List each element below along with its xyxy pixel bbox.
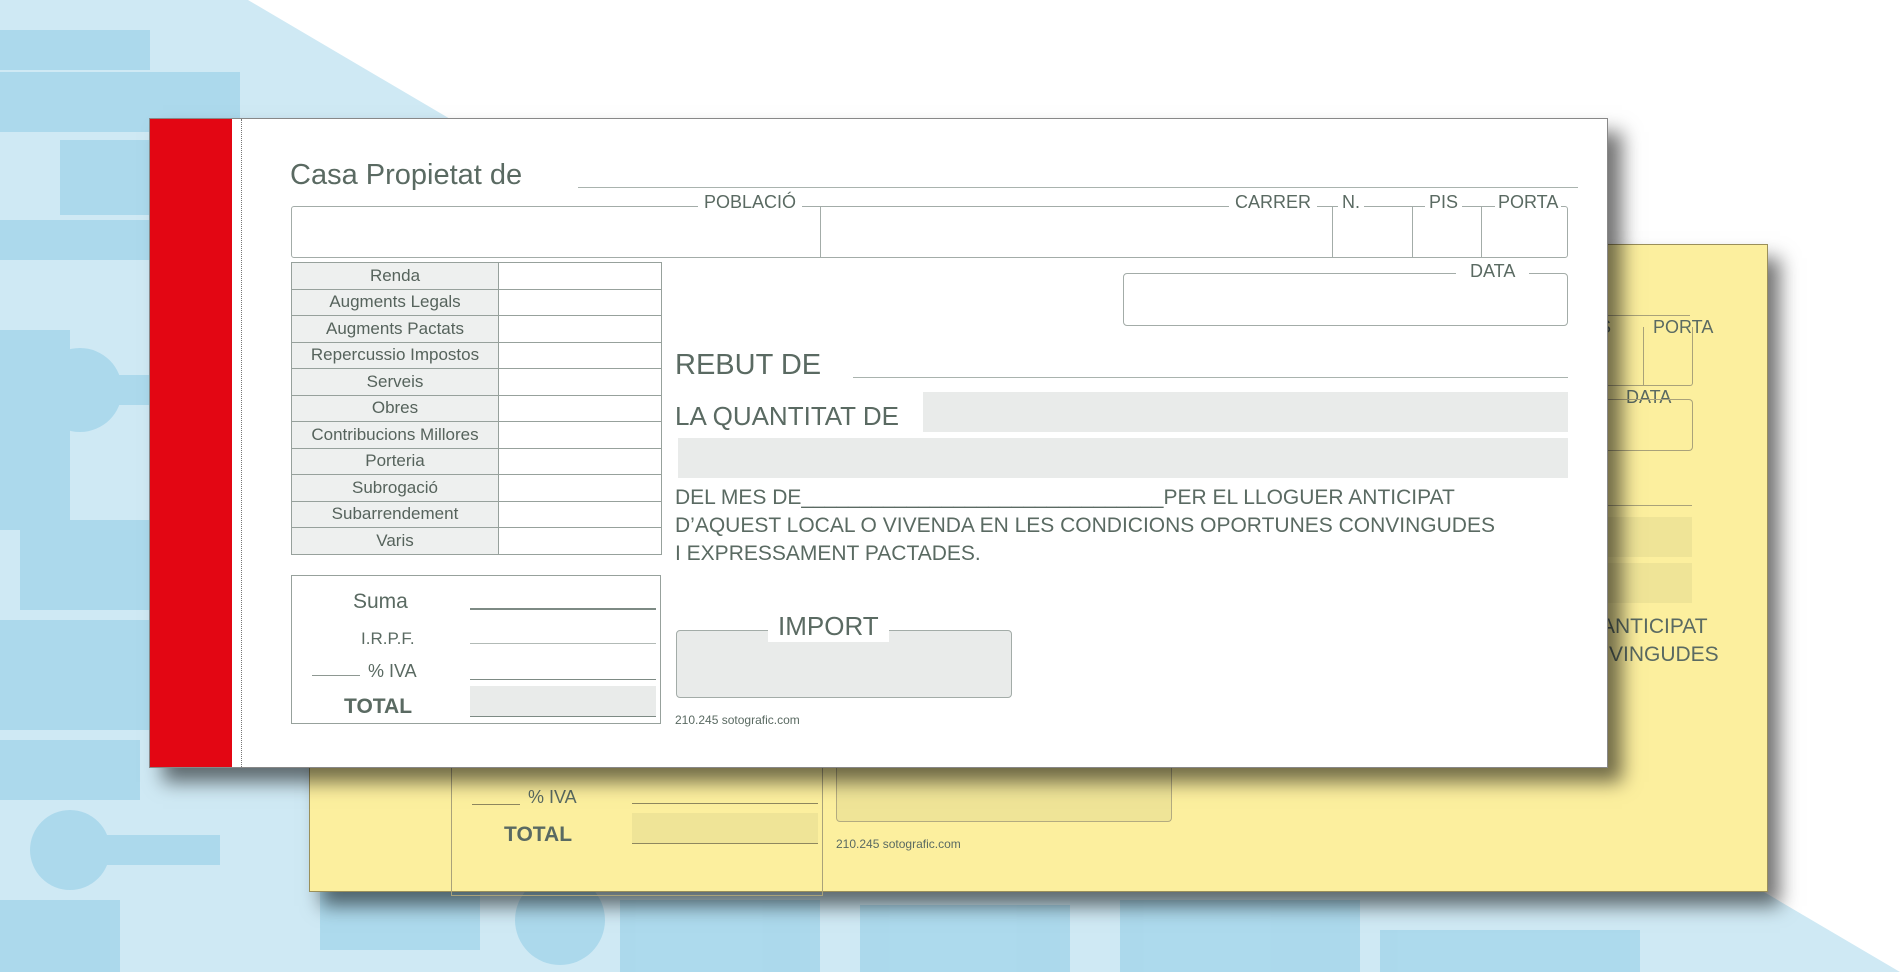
concept-amount-cell[interactable] xyxy=(498,474,662,502)
table-row: Augments Pactats xyxy=(291,315,662,343)
concept-amount-cell[interactable] xyxy=(498,262,662,290)
binding-stripe xyxy=(150,119,232,767)
table-row: Augments Legals xyxy=(291,288,662,316)
concept-label: Varis xyxy=(291,527,499,555)
concept-amount-cell[interactable] xyxy=(498,527,662,555)
concept-amount-cell[interactable] xyxy=(498,315,662,343)
address-box xyxy=(291,206,1568,258)
table-row: Serveis xyxy=(291,368,662,396)
copy-amount-field xyxy=(1600,517,1692,557)
table-row: Porteria xyxy=(291,447,662,475)
table-row: Subarrendement xyxy=(291,500,662,528)
copy-footer-site: sotografic.com xyxy=(882,837,961,851)
copy-iva-label: % IVA xyxy=(528,787,577,807)
concept-label: Serveis xyxy=(291,368,499,396)
concept-label: Porteria xyxy=(291,447,499,475)
concept-label: Augments Legals xyxy=(291,288,499,316)
pis-label: PIS xyxy=(1425,192,1463,213)
total-field[interactable] xyxy=(470,686,656,716)
copy-total-label: TOTAL xyxy=(504,823,573,846)
table-row: Renda xyxy=(291,262,662,290)
carrer-label: CARRER xyxy=(1229,192,1318,213)
irpf-label: I.R.P.F. xyxy=(361,629,415,648)
rebut-de-label: REBUT DE xyxy=(675,349,822,381)
concept-amount-cell[interactable] xyxy=(498,421,662,449)
concept-label: Augments Pactats xyxy=(291,315,499,343)
copy-total-field xyxy=(632,813,818,843)
concept-label: Contribucions Millores xyxy=(291,421,499,449)
concept-amount-cell[interactable] xyxy=(498,368,662,396)
receipt-title: Casa Propietat de xyxy=(290,159,523,191)
body-line-2: D’AQUEST LOCAL O VIVENDA EN LES CONDICIO… xyxy=(675,514,1495,537)
iva-label: % IVA xyxy=(368,661,417,681)
concept-label: Subarrendement xyxy=(291,500,499,528)
concept-amount-cell[interactable] xyxy=(498,394,662,422)
copy-body-fragment-2: VINGUDES xyxy=(1609,643,1719,666)
concept-label: Obres xyxy=(291,394,499,422)
porta-label: PORTA xyxy=(1495,192,1562,213)
body-line-1: DEL MES DE______________________________… xyxy=(675,486,1455,509)
amount-words-field-2[interactable] xyxy=(678,438,1568,478)
table-row: Repercussio Impostos xyxy=(291,341,662,369)
footer-code: 210.245 xyxy=(675,713,719,727)
concept-amount-cell[interactable] xyxy=(498,341,662,369)
owner-line xyxy=(578,187,1578,188)
copy-import-field xyxy=(836,765,1172,822)
poblacio-label: POBLACIÓ xyxy=(698,192,803,213)
concept-label: Renda xyxy=(291,262,499,290)
total-label: TOTAL xyxy=(344,695,413,718)
import-label: IMPORT xyxy=(768,611,889,642)
copy-amount-field-2 xyxy=(1600,563,1692,603)
numero-label: N. xyxy=(1338,192,1364,213)
footer-site: sotografic.com xyxy=(721,713,800,727)
copy-footer-code: 210.245 xyxy=(836,837,880,851)
copy-body-fragment-1: ANTICIPAT xyxy=(1601,615,1708,638)
perforation-line xyxy=(241,119,242,767)
concept-label: Repercussio Impostos xyxy=(291,341,499,369)
amount-words-field[interactable] xyxy=(923,392,1568,432)
concept-amount-cell[interactable] xyxy=(498,288,662,316)
rebut-de-line xyxy=(853,377,1568,378)
table-row: Subrogació xyxy=(291,474,662,502)
quantitat-de-label: LA QUANTITAT DE xyxy=(675,401,899,431)
table-row: Obres xyxy=(291,394,662,422)
table-row: Contribucions Millores xyxy=(291,421,662,449)
concept-amount-cell[interactable] xyxy=(498,447,662,475)
data-label: DATA xyxy=(1456,261,1530,282)
suma-label: Suma xyxy=(353,590,408,613)
receipt-sheet-white: Casa Propietat de POBLACIÓ CARRER N. PIS… xyxy=(149,118,1608,768)
concept-amount-cell[interactable] xyxy=(498,500,662,528)
concept-label: Subrogació xyxy=(291,474,499,502)
body-line-3: I EXPRESSAMENT PACTADES. xyxy=(675,542,981,565)
table-row: Varis xyxy=(291,527,662,555)
concepts-table: Renda Augments Legals Augments Pactats R… xyxy=(291,262,662,555)
